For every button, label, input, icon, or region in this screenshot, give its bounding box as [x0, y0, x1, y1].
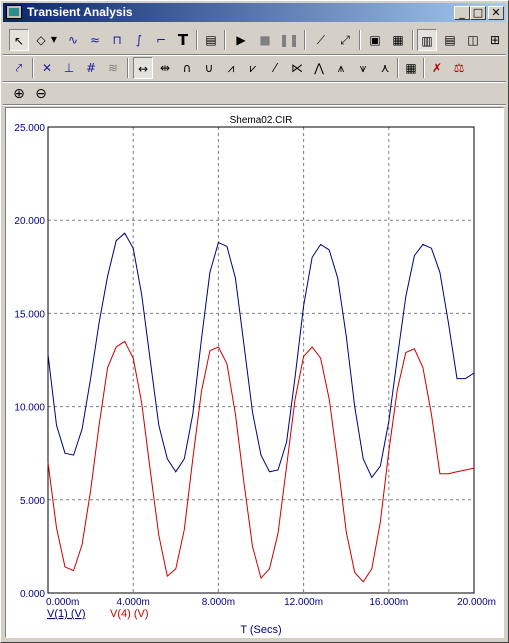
chart-title: Shema02.CIR [230, 115, 293, 126]
plot-panel[interactable]: Shema02.CIR 0.000 5.000 10.000 15.000 20.000… [5, 107, 504, 638]
toolbar-divider [3, 54, 506, 56]
title-bar[interactable]: Transient Analysis _ □ ✕ [3, 3, 506, 22]
max-cursor-icon[interactable]: ⩛ [353, 57, 373, 79]
toolbar-separator [224, 30, 226, 50]
toolbar-row-1: ↖ ◇ ▼ ∿ ≈ ⊓ ∫ ⌐ T ▤ ▶ ■ ❚❚ ⟋ ⤢ ▣ ▦ ▥ ▤ ◫… [5, 29, 506, 53]
scope-select-icon[interactable]: ◇ [31, 29, 51, 51]
valley-cursor-icon[interactable]: ∪ [199, 57, 219, 79]
y-tick-label: 20.000 [14, 216, 45, 227]
x-tick-label: 4.000m [117, 597, 150, 608]
toolbar-separator [412, 30, 414, 50]
cursor-grid-icon[interactable]: # [81, 57, 101, 79]
stop-icon[interactable]: ■ [255, 29, 275, 51]
tangent-icon[interactable]: ⤤ [9, 57, 29, 79]
peak-icon[interactable]: ⊓ [107, 29, 127, 51]
left-right-cursor-icon[interactable]: ↔ [133, 57, 153, 79]
frame-icon[interactable]: ▣ [365, 29, 385, 51]
horizontal-grid-icon[interactable]: ▤ [440, 29, 460, 51]
grid-icon[interactable]: ▦ [388, 29, 408, 51]
global-high-icon[interactable]: ⋀ [309, 57, 329, 79]
app-icon [6, 5, 22, 19]
x-tick-label: 12.000m [284, 597, 323, 608]
pause-icon[interactable]: ❚❚ [279, 29, 299, 51]
x-tick-label: 20.000m [457, 597, 496, 608]
quarter-grid-icon[interactable]: ⊞ [485, 29, 505, 51]
x-tick-label: 16.000m [369, 597, 408, 608]
zoom-out-icon[interactable]: ⊖ [31, 83, 51, 105]
toolbar-separator [196, 30, 198, 50]
select-arrow-icon[interactable]: ↖ [9, 29, 29, 51]
series-line-1 [47, 232, 475, 479]
x-tick-label: 0.000m [46, 597, 79, 608]
toolbar-separator [423, 58, 425, 78]
close-button[interactable]: ✕ [488, 6, 504, 20]
legend-v1[interactable]: V(1) (V) [47, 608, 86, 620]
waveform-icon[interactable]: ∿ [63, 29, 83, 51]
line-tool-icon[interactable]: ⟋ [311, 29, 331, 51]
inflection-cursor-icon[interactable]: ⋉ [287, 57, 307, 79]
table-icon[interactable]: ▦ [401, 57, 421, 79]
half-grid-icon[interactable]: ◫ [463, 29, 483, 51]
marker-icon[interactable]: ⌐ [151, 29, 171, 51]
run-icon[interactable]: ▶ [231, 29, 251, 51]
slope-icon[interactable]: ∫ [129, 29, 149, 51]
cursor-level-icon[interactable]: ⊥ [59, 57, 79, 79]
dropdown-arrow-icon[interactable]: ▼ [49, 29, 59, 51]
toolbar-separator [304, 30, 306, 50]
maximize-button[interactable]: □ [470, 6, 486, 20]
y-tick-label: 15.000 [14, 309, 45, 320]
right-cursor-icon[interactable]: ⇹ [155, 57, 175, 79]
grid-lines [48, 127, 474, 593]
slope-cursor-icon[interactable]: ⁄ [265, 57, 285, 79]
curve-tool-icon[interactable]: ⤢ [335, 29, 355, 51]
properties-icon[interactable]: ▤ [201, 29, 221, 51]
toolbar-separator [397, 58, 399, 78]
text-icon[interactable]: T [173, 29, 193, 51]
y-tick-label: 5.000 [20, 496, 45, 507]
plot-frame [47, 126, 475, 594]
y-tick-label: 25.000 [14, 123, 45, 134]
vertical-grid-icon[interactable]: ▥ [417, 29, 437, 51]
series-layer [47, 232, 475, 583]
window-title: Transient Analysis [27, 5, 133, 19]
zoom-in-icon[interactable]: ⊕ [9, 83, 29, 105]
cursor-cross-icon[interactable]: ≋ [103, 57, 123, 79]
ac-wave-icon[interactable]: ≈ [85, 29, 105, 51]
legend-v4[interactable]: V(4) (V) [110, 608, 149, 620]
toolbar-separator [359, 30, 361, 50]
high-cursor-icon[interactable]: ⩘ [221, 57, 241, 79]
x-tick-label: 8.000m [202, 597, 235, 608]
low-cursor-icon[interactable]: ⩗ [243, 57, 263, 79]
transient-chart[interactable]: Shema02.CIR 0.000 5.000 10.000 15.000 20.000… [6, 108, 503, 637]
minimize-button[interactable]: _ [454, 6, 470, 20]
series-line-2 [47, 340, 475, 583]
toolbar-divider [3, 104, 506, 106]
y-tick-label: 0.000 [20, 589, 45, 600]
y-tick-label: 10.000 [14, 403, 45, 414]
x-axis-label: T (Secs) [240, 624, 281, 636]
transient-analysis-window: Transient Analysis _ □ ✕ ↖ ◇ ▼ ∿ ≈ ⊓ ∫ ⌐… [0, 0, 509, 643]
toolbar-separator [32, 58, 34, 78]
toolbar-separator [127, 58, 129, 78]
global-low-icon[interactable]: ⩚ [331, 57, 351, 79]
toolbar-row-2: ⤤ ✕ ⊥ # ≋ ↔ ⇹ ∩ ∪ ⩘ ⩗ ⁄ ⋉ ⋀ ⩚ ⩛ ⋏ ▦ ✗ ⚖ [5, 57, 506, 81]
min-cursor-icon[interactable]: ⋏ [375, 57, 395, 79]
zoom-x-icon[interactable]: ✗ [427, 57, 447, 79]
axis-ticks: 0.000 5.000 10.000 15.000 20.000 25.000 0.000m… [14, 123, 496, 608]
peak-cursor-icon[interactable]: ∩ [177, 57, 197, 79]
zoom-y-icon[interactable]: ⚖ [449, 57, 469, 79]
cursor-mode-icon[interactable]: ✕ [37, 57, 57, 79]
